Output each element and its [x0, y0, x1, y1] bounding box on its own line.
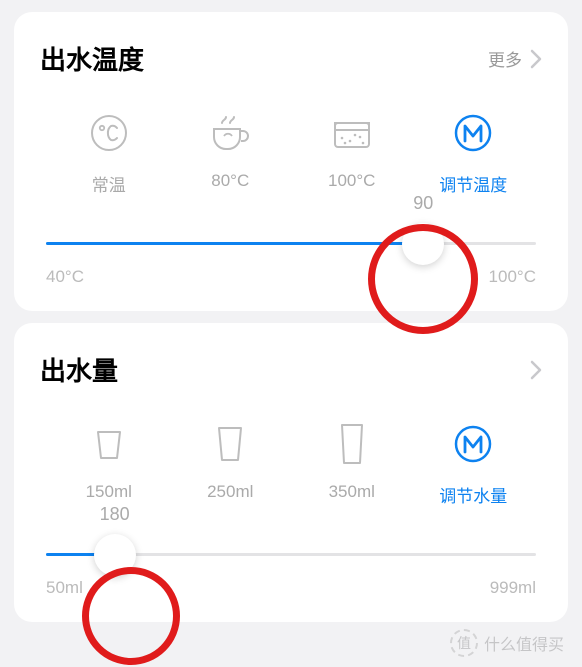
- slider-fill: [46, 242, 423, 245]
- vol-option-150[interactable]: 150ml: [48, 424, 170, 507]
- option-label: 150ml: [86, 482, 132, 502]
- manual-m-icon: [453, 424, 493, 464]
- card-title: 出水量: [40, 351, 118, 388]
- scale-min: 50ml: [46, 578, 83, 598]
- option-label: 常温: [92, 171, 126, 196]
- card-header: 出水温度 更多: [40, 40, 542, 77]
- vol-option-250[interactable]: 250ml: [170, 424, 292, 507]
- option-label: 80°C: [211, 171, 249, 191]
- slider-scale: 40°C 100°C: [46, 267, 536, 287]
- cup-large-icon: [337, 424, 367, 464]
- card-header: 出水量: [40, 351, 542, 388]
- option-label: 调节水量: [439, 482, 507, 507]
- more-label: 更多: [488, 46, 522, 71]
- slider-value: 90: [413, 193, 433, 214]
- option-label: 350ml: [329, 482, 375, 502]
- option-label: 调节温度: [439, 171, 507, 196]
- temp-option-custom[interactable]: 调节温度: [413, 113, 535, 196]
- temp-option-100[interactable]: 100°C: [291, 113, 413, 196]
- slider-scale: 50ml 999ml: [46, 578, 536, 598]
- volume-slider[interactable]: 180 50ml 999ml: [40, 553, 542, 598]
- volume-card: 出水量 150ml 250ml 350ml 调节水量: [14, 323, 568, 622]
- scale-max: 100°C: [489, 267, 536, 287]
- teacup-icon: [208, 113, 252, 153]
- option-label: 250ml: [207, 482, 253, 502]
- cup-small-icon: [94, 424, 124, 464]
- temp-option-80[interactable]: 80°C: [170, 113, 292, 196]
- card-title: 出水温度: [40, 40, 144, 77]
- slider-track: 180: [46, 553, 536, 556]
- watermark-text: 什么值得买: [484, 631, 564, 655]
- chevron-right-icon[interactable]: [530, 360, 542, 380]
- volume-options: 150ml 250ml 350ml 调节水量: [40, 424, 542, 507]
- noodles-icon: [330, 113, 374, 153]
- vol-option-350[interactable]: 350ml: [291, 424, 413, 507]
- cup-medium-icon: [215, 424, 245, 464]
- temp-option-room[interactable]: 常温: [48, 113, 170, 196]
- slider-value: 180: [100, 504, 130, 525]
- slider-track: 90: [46, 242, 536, 245]
- scale-min: 40°C: [46, 267, 84, 287]
- slider-thumb[interactable]: 180: [94, 534, 136, 576]
- manual-m-icon: [453, 113, 493, 153]
- celsius-icon: [89, 113, 129, 153]
- slider-thumb[interactable]: 90: [402, 223, 444, 265]
- vol-option-custom[interactable]: 调节水量: [413, 424, 535, 507]
- temperature-slider[interactable]: 90 40°C 100°C: [40, 242, 542, 287]
- chevron-right-icon: [530, 49, 542, 69]
- watermark-badge: 值: [450, 629, 478, 657]
- more-button[interactable]: 更多: [488, 46, 542, 71]
- scale-max: 999ml: [490, 578, 536, 598]
- temperature-card: 出水温度 更多 常温 80°C 100°C: [14, 12, 568, 311]
- temperature-options: 常温 80°C 100°C 调节温度: [40, 113, 542, 196]
- watermark: 值 什么值得买: [450, 629, 564, 657]
- option-label: 100°C: [328, 171, 375, 191]
